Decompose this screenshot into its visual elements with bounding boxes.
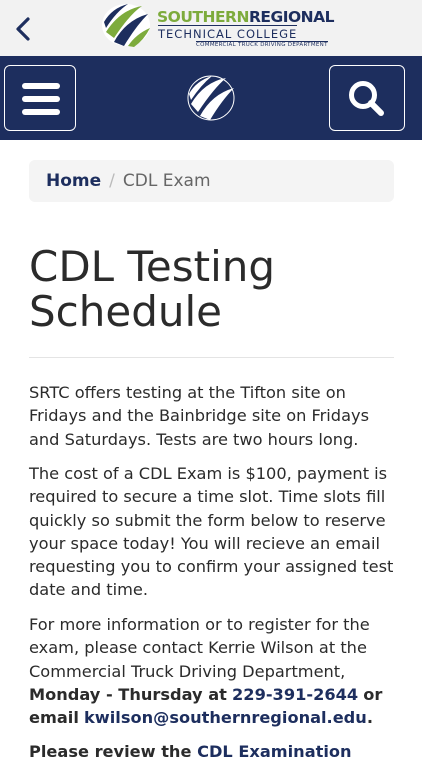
menu-button[interactable] <box>4 65 76 131</box>
paragraph-testing-sites: SRTC offers testing at the Tifton site o… <box>29 383 369 449</box>
chevron-left-icon[interactable] <box>10 14 38 44</box>
email-link[interactable]: kwilson@southernregional.edu <box>84 708 367 727</box>
page-title: CDL Testing Schedule <box>29 242 276 336</box>
contact-hours: Monday - Thursday at <box>29 684 227 704</box>
paragraph-review: Please review the CDL Examination <box>29 742 352 761</box>
logo-subtitle: TECHNICAL COLLEGE <box>158 25 298 41</box>
title-divider <box>29 357 394 358</box>
breadcrumb-home-link[interactable]: Home <box>46 171 101 191</box>
top-header: SOUTHERNREGIONAL TECHNICAL COLLEGE COMME… <box>0 0 422 56</box>
logo-department: COMMERCIAL TRUCK DRIVING DEPARTMENT <box>196 41 328 48</box>
phone-link[interactable]: 229-391-2644 <box>232 685 358 704</box>
college-logo[interactable]: SOUTHERNREGIONAL TECHNICAL COLLEGE COMME… <box>100 0 335 52</box>
breadcrumb-separator: / <box>109 171 115 191</box>
breadcrumb-current: CDL Exam <box>122 171 211 191</box>
paragraph-cost: The cost of a CDL Exam is $100, payment … <box>29 464 394 600</box>
nav-bar <box>0 56 422 140</box>
search-icon <box>348 80 384 116</box>
cdl-examination-link[interactable]: CDL Examination <box>197 742 352 761</box>
breadcrumb: Home / CDL Exam <box>29 160 394 202</box>
logo-name: SOUTHERNREGIONAL <box>157 8 335 26</box>
logo-mark-icon[interactable] <box>186 74 236 122</box>
logo-swirl-icon <box>102 4 150 47</box>
paragraph-contact: For more information or to register for … <box>29 615 383 728</box>
search-button[interactable] <box>329 65 405 131</box>
